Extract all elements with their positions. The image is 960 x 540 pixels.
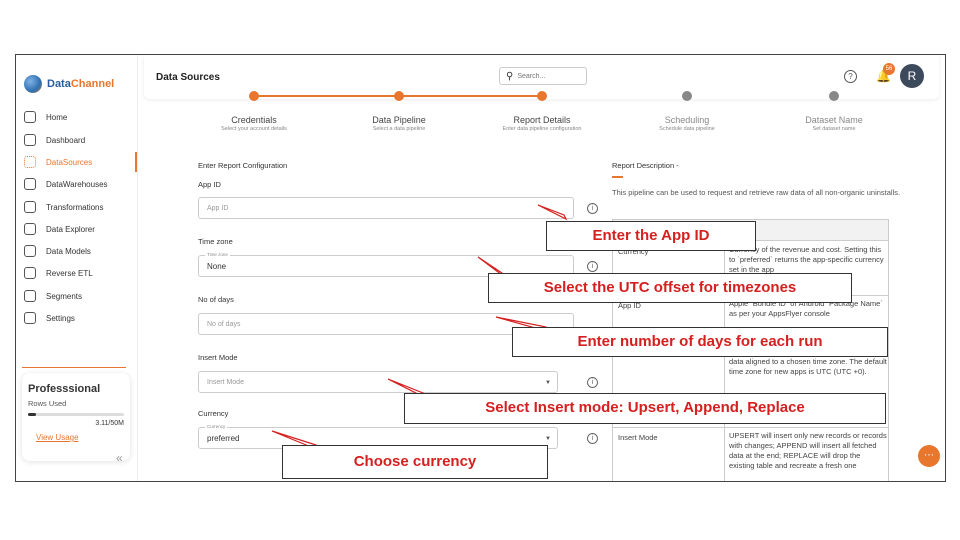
callout-currency: Choose currency (282, 445, 548, 479)
timezone-value: None (207, 261, 227, 271)
report-description-text: This pipeline can be used to request and… (612, 188, 901, 197)
table-row-desc: UPSERT will insert only new records or r… (729, 431, 887, 470)
step-dot-report-details (537, 91, 547, 101)
insert-mode-placeholder: Insert Mode (207, 378, 244, 386)
sidebar-item-transformations[interactable]: Transformations (24, 199, 136, 215)
view-usage-link[interactable]: View Usage (36, 433, 124, 442)
currency-label: Currency (198, 409, 229, 418)
currency-info-icon[interactable]: i (587, 433, 598, 444)
chat-icon[interactable]: ⋯ (918, 445, 940, 467)
sidebar-item-datasources[interactable]: DataSources (24, 154, 136, 170)
step-dot-data-pipeline (394, 91, 404, 101)
transform-icon (24, 201, 36, 213)
step-title-credentials[interactable]: Credentials (184, 115, 324, 125)
app-id-field[interactable]: App ID (198, 197, 574, 219)
timezone-floating-label: Time zone (205, 252, 230, 257)
sidebar: DataChannel Home Dashboard DataSources D… (16, 55, 138, 481)
app-id-placeholder: App ID (207, 204, 229, 212)
app-id-info-icon[interactable]: i (587, 203, 598, 214)
models-icon (24, 245, 36, 257)
help-icon[interactable]: ? (844, 70, 857, 83)
step-connector (254, 95, 399, 97)
chevron-down-icon: ▼ (545, 436, 551, 442)
app-id-label: App ID (198, 180, 221, 189)
sidebar-item-data-explorer[interactable]: Data Explorer (24, 221, 136, 237)
insert-mode-info-icon[interactable]: i (587, 377, 598, 388)
gear-icon (24, 312, 36, 324)
sidebar-item-dashboard[interactable]: Dashboard (24, 132, 136, 148)
collapse-sidebar-icon[interactable]: « (116, 451, 123, 465)
home-icon (24, 111, 36, 123)
sidebar-item-segments[interactable]: Segments (24, 288, 136, 304)
step-sub-dataset-name: Set dataset name (812, 126, 856, 132)
segments-icon (24, 290, 36, 302)
timezone-label: Time zone (198, 237, 233, 246)
active-indicator (135, 152, 137, 172)
search-box[interactable]: ⚲ (499, 67, 587, 85)
datasources-icon (24, 156, 36, 168)
usage-bar (28, 413, 124, 416)
logo[interactable]: DataChannel (24, 75, 114, 93)
plan-divider (22, 367, 126, 368)
usage-value: 3.11/50M (95, 420, 124, 427)
table-row-name: Insert Mode (618, 433, 658, 442)
callout-days: Enter number of days for each run (512, 327, 888, 357)
chevron-down-icon: ▼ (545, 380, 551, 386)
step-title-dataset-name[interactable]: Dataset Name (764, 115, 904, 125)
explorer-icon (24, 223, 36, 235)
step-title-report-details[interactable]: Report Details (472, 115, 612, 125)
page-title: Data Sources (156, 72, 220, 83)
step-sub-data-pipeline: Select a data pipeline (372, 126, 426, 132)
report-description-accent (612, 176, 623, 178)
sidebar-item-home[interactable]: Home (24, 109, 136, 125)
timezone-info-icon[interactable]: i (587, 261, 598, 272)
table-row-divider (612, 427, 889, 428)
table-row-desc: data aligned to a chosen time zone. The … (729, 357, 887, 376)
callout-timezone: Select the UTC offset for timezones (488, 273, 852, 303)
sidebar-item-data-models[interactable]: Data Models (24, 243, 136, 259)
sidebar-item-datawarehouses[interactable]: DataWarehouses (24, 176, 136, 192)
reverse-etl-icon (24, 267, 36, 279)
currency-floating-label: Currency (205, 424, 228, 429)
insert-mode-select[interactable]: Insert Mode ▼ (198, 371, 558, 393)
step-title-scheduling[interactable]: Scheduling (617, 115, 757, 125)
currency-value: preferred (207, 433, 240, 443)
dashboard-icon (24, 134, 36, 146)
insert-mode-label: Insert Mode (198, 353, 238, 362)
callout-app-id: Enter the App ID (546, 221, 756, 251)
search-input[interactable] (517, 72, 578, 80)
step-dot-credentials (249, 91, 259, 101)
days-label: No of days (198, 295, 234, 304)
report-description-title: Report Description - (612, 161, 679, 170)
notification-badge: 56 (883, 63, 895, 75)
step-sub-scheduling: Schedule data pipeline (659, 126, 715, 132)
days-placeholder: No of days (207, 320, 241, 328)
rows-used-label: Rows Used (28, 399, 67, 408)
logo-icon (24, 75, 42, 93)
usage-bar-fill (28, 413, 36, 416)
callout-insert-mode: Select Insert mode: Upsert, Append, Repl… (404, 393, 886, 424)
step-sub-credentials: Select your account details (221, 126, 287, 132)
step-connector (399, 95, 542, 97)
search-icon: ⚲ (506, 70, 514, 82)
step-dot-dataset-name (829, 91, 839, 101)
app-window: DataChannel Home Dashboard DataSources D… (15, 54, 946, 482)
plan-card: Professsional Rows Used 3.11/50M View Us… (22, 367, 130, 461)
sidebar-item-reverse-etl[interactable]: Reverse ETL (24, 265, 136, 281)
step-sub-report-details: Enter data pipeline configuration (502, 126, 582, 132)
plan-title: Professsional (28, 383, 101, 395)
section-title: Enter Report Configuration (198, 161, 288, 170)
brand-name: DataChannel (47, 78, 115, 90)
step-title-data-pipeline[interactable]: Data Pipeline (329, 115, 469, 125)
database-icon (24, 178, 36, 190)
avatar[interactable]: R (900, 64, 924, 88)
step-dot-scheduling (682, 91, 692, 101)
sidebar-item-settings[interactable]: Settings (24, 310, 136, 326)
